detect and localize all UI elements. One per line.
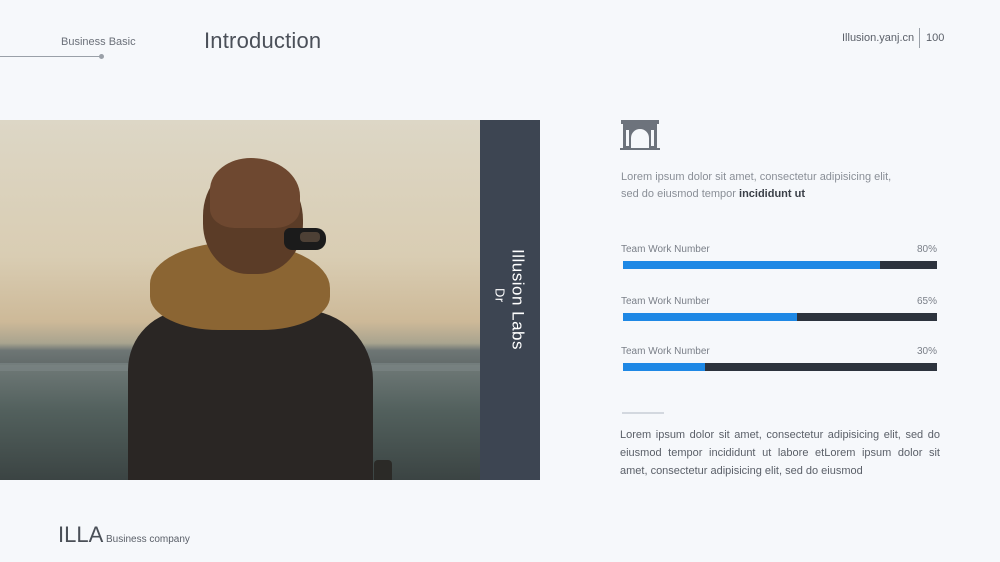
page-number: 100 — [926, 32, 945, 44]
photo-hair — [210, 158, 300, 228]
header-rule — [0, 56, 101, 57]
page-title: Introduction — [204, 28, 322, 53]
progress-value: 65% — [916, 296, 937, 307]
progress-track — [623, 363, 937, 371]
header-rule-dot — [99, 54, 104, 59]
progress-fill — [623, 313, 798, 321]
arch-gate-icon — [620, 120, 660, 150]
progress-fill — [623, 261, 881, 269]
section-label: Business Basic — [61, 36, 136, 48]
progress-track — [623, 261, 937, 269]
progress-value: 80% — [916, 244, 937, 255]
vertical-title-text: Illusion Labs — [508, 249, 528, 351]
site-url: Illusion.yanj.cn — [842, 32, 915, 44]
hero-photo — [0, 120, 480, 480]
body-paragraph: Lorem ipsum dolor sit amet, consectetur … — [620, 429, 940, 477]
progress-track — [623, 313, 937, 321]
progress-label: Team Work Number — [621, 244, 710, 255]
progress-fill — [623, 363, 705, 371]
progress-value: 30% — [916, 346, 937, 357]
vertical-title: Dr Illusion Labs — [480, 120, 540, 480]
progress-label: Team Work Number — [621, 346, 710, 357]
progress-row: Team Work Number 65% — [621, 296, 937, 326]
vertical-title-prefix: Dr — [492, 287, 508, 303]
progress-label: Team Work Number — [621, 296, 710, 307]
progress-row: Team Work Number 30% — [621, 346, 937, 376]
progress-row: Team Work Number 80% — [621, 244, 937, 274]
header-separator — [919, 28, 920, 48]
intro-paragraph: Lorem ipsum dolor sit amet, consectetur … — [621, 169, 911, 203]
photo-post — [374, 460, 392, 480]
photo-jacket — [128, 310, 373, 480]
section-divider — [622, 412, 664, 414]
brand-logo-text: ILLA — [58, 522, 104, 547]
photo-sunglasses-highlight — [300, 232, 320, 242]
brand-tagline: Business company — [106, 534, 190, 545]
intro-text-bold: incididunt ut — [739, 188, 805, 200]
